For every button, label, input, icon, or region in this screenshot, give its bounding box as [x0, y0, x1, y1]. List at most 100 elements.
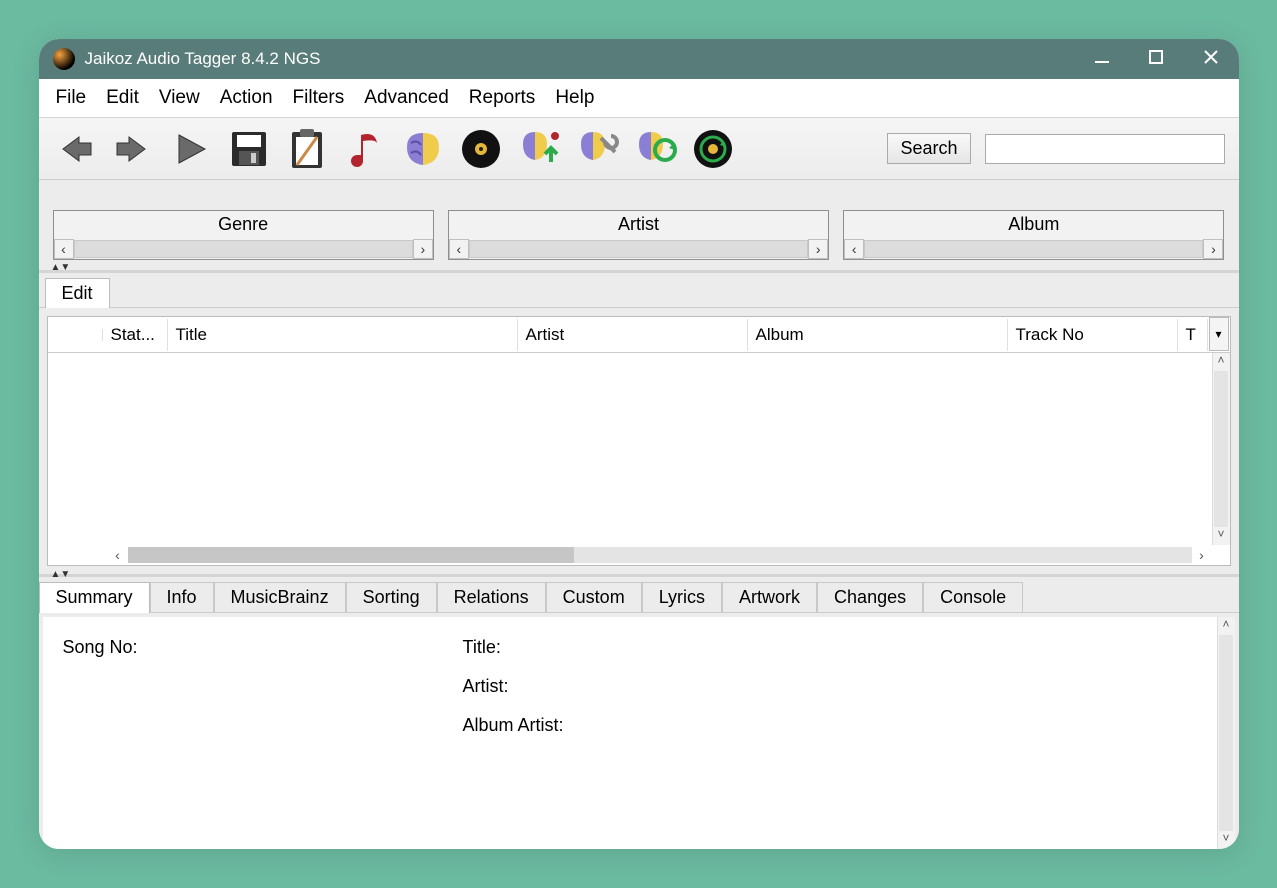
scroll-track[interactable]: [469, 240, 808, 258]
app-icon: [53, 48, 75, 70]
menu-filters[interactable]: Filters: [284, 85, 354, 111]
menu-reports[interactable]: Reports: [460, 85, 545, 111]
arrow-right-icon: [113, 133, 153, 165]
menu-action[interactable]: Action: [211, 85, 282, 111]
brain-wrench-icon: [575, 128, 619, 170]
scroll-left-icon[interactable]: ‹: [449, 239, 469, 259]
search-input[interactable]: [985, 134, 1225, 164]
column-blank[interactable]: [48, 329, 103, 341]
menu-help[interactable]: Help: [546, 85, 603, 111]
close-icon: [1203, 49, 1219, 65]
tab-musicbrainz[interactable]: MusicBrainz: [214, 582, 346, 613]
clipboard-icon: [287, 127, 327, 171]
tab-custom[interactable]: Custom: [546, 582, 642, 613]
table-header: Stat... Title Artist Album Track No T: [48, 317, 1230, 353]
scroll-left-icon[interactable]: ‹: [844, 239, 864, 259]
scroll-right-icon[interactable]: ›: [413, 239, 433, 259]
maximize-icon: [1149, 50, 1163, 64]
column-title[interactable]: Title: [168, 319, 518, 351]
brain-refresh-button[interactable]: [633, 127, 677, 171]
column-artist[interactable]: Artist: [518, 319, 748, 351]
app-window: Jaikoz Audio Tagger 8.4.2 NGS File Edit …: [39, 39, 1239, 849]
scroll-up-icon[interactable]: ˄: [1217, 353, 1224, 371]
scroll-track[interactable]: [1214, 371, 1228, 527]
window-controls: [1095, 49, 1219, 70]
table-panel: Stat... Title Artist Album Track No T ˄ …: [39, 308, 1239, 577]
tab-lyrics[interactable]: Lyrics: [642, 582, 722, 613]
column-selector-button[interactable]: ▾: [1209, 317, 1229, 351]
maximize-button[interactable]: [1149, 50, 1163, 69]
column-track-no[interactable]: Track No: [1008, 319, 1178, 351]
tab-info[interactable]: Info: [150, 582, 214, 613]
filter-artist-scrollbar[interactable]: ‹ ›: [449, 239, 828, 259]
details-panel: Song No: Title: Artist: Album Artist: ˄ …: [39, 613, 1239, 849]
edit-tab-row: Edit: [39, 273, 1239, 308]
splitter-handle-icon[interactable]: ▲▼: [51, 262, 71, 273]
table-rows-empty: [48, 353, 1212, 545]
scroll-down-icon[interactable]: ˅: [1222, 831, 1229, 849]
music-note-button[interactable]: [343, 127, 387, 171]
tab-artwork[interactable]: Artwork: [722, 582, 817, 613]
scroll-track[interactable]: [74, 240, 413, 258]
tab-relations[interactable]: Relations: [437, 582, 546, 613]
brain-settings-button[interactable]: [575, 127, 619, 171]
back-button[interactable]: [53, 127, 97, 171]
scroll-thumb[interactable]: [128, 547, 575, 563]
filter-album-title: Album: [844, 211, 1223, 239]
vinyl-button[interactable]: [459, 127, 503, 171]
scroll-right-icon[interactable]: ›: [1203, 239, 1223, 259]
filter-album-scrollbar[interactable]: ‹ ›: [844, 239, 1223, 259]
menu-file[interactable]: File: [47, 85, 96, 111]
search-label: Search: [887, 133, 970, 164]
filter-genre-scrollbar[interactable]: ‹ ›: [54, 239, 433, 259]
vinyl-refresh-icon: [692, 128, 734, 170]
tab-edit[interactable]: Edit: [45, 278, 110, 308]
filter-genre: Genre ‹ ›: [53, 210, 434, 260]
vinyl-refresh-button[interactable]: [691, 127, 735, 171]
column-status[interactable]: Stat...: [103, 319, 168, 351]
brain-icon: [401, 129, 445, 169]
title-bar: Jaikoz Audio Tagger 8.4.2 NGS: [39, 39, 1239, 79]
play-button[interactable]: [169, 127, 213, 171]
table-horizontal-scrollbar[interactable]: ‹ ›: [108, 545, 1212, 565]
column-extra[interactable]: T: [1178, 319, 1208, 351]
scroll-left-icon[interactable]: ‹: [108, 547, 128, 563]
filter-panel: Genre ‹ › Artist ‹ › Album ‹ › ▲▼: [39, 180, 1239, 273]
arrow-left-icon: [55, 133, 95, 165]
tab-changes[interactable]: Changes: [817, 582, 923, 613]
scroll-left-icon[interactable]: ‹: [54, 239, 74, 259]
menu-view[interactable]: View: [150, 85, 209, 111]
scroll-track[interactable]: [128, 547, 1192, 563]
scroll-track[interactable]: [1219, 635, 1233, 831]
brain-upload-icon: [517, 128, 561, 170]
window-title: Jaikoz Audio Tagger 8.4.2 NGS: [85, 49, 1085, 69]
tab-summary[interactable]: Summary: [39, 582, 150, 613]
save-button[interactable]: [227, 127, 271, 171]
tab-console[interactable]: Console: [923, 582, 1023, 613]
scroll-up-icon[interactable]: ˄: [1222, 617, 1229, 635]
table-vertical-scrollbar[interactable]: ˄ ˅: [1212, 353, 1230, 545]
scroll-right-icon[interactable]: ›: [1192, 547, 1212, 563]
brain-button[interactable]: [401, 127, 445, 171]
minimize-button[interactable]: [1095, 50, 1109, 68]
detail-artist-label: Artist:: [463, 676, 564, 697]
scroll-track[interactable]: [864, 240, 1203, 258]
details-vertical-scrollbar[interactable]: ˄ ˅: [1217, 617, 1235, 849]
scroll-down-icon[interactable]: ˅: [1217, 527, 1224, 545]
scroll-right-icon[interactable]: ›: [808, 239, 828, 259]
menu-bar: File Edit View Action Filters Advanced R…: [39, 79, 1239, 118]
menu-edit[interactable]: Edit: [97, 85, 148, 111]
splitter-handle-icon[interactable]: ▲▼: [51, 569, 71, 580]
close-button[interactable]: [1203, 49, 1219, 70]
tab-sorting[interactable]: Sorting: [346, 582, 437, 613]
forward-button[interactable]: [111, 127, 155, 171]
filter-genre-title: Genre: [54, 211, 433, 239]
minimize-icon: [1095, 61, 1109, 63]
play-icon: [173, 131, 209, 167]
songs-table: Stat... Title Artist Album Track No T ˄ …: [47, 316, 1231, 566]
column-album[interactable]: Album: [748, 319, 1008, 351]
brain-upload-button[interactable]: [517, 127, 561, 171]
clipboard-button[interactable]: [285, 127, 329, 171]
menu-advanced[interactable]: Advanced: [355, 85, 458, 111]
summary-panel: Song No: Title: Artist: Album Artist:: [43, 617, 1217, 849]
